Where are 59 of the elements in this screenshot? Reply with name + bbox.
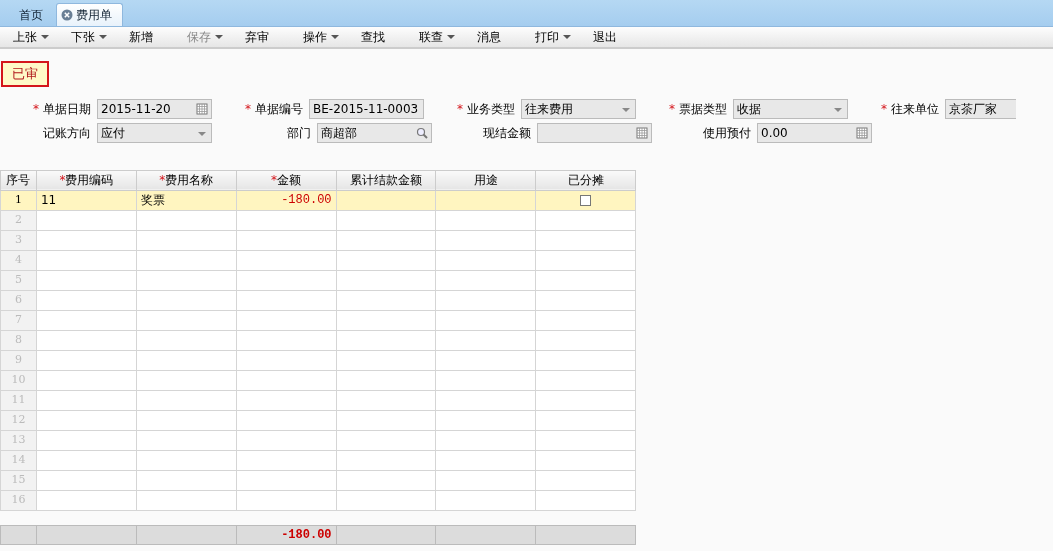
field-label: 业务类型 [467, 101, 515, 116]
input-field[interactable] [537, 122, 652, 143]
caret-icon[interactable] [99, 35, 107, 39]
close-icon[interactable] [61, 9, 73, 21]
field-label: 单据日期 [43, 101, 91, 116]
field-label: 部门 [287, 125, 311, 140]
toolbar-button[interactable]: 新增 [124, 28, 182, 46]
required-mark: * [159, 173, 166, 187]
required-mark: * [669, 101, 675, 116]
required-mark: * [881, 101, 887, 116]
input-field[interactable]: 商超部 [317, 122, 432, 143]
input-field[interactable]: 京茶厂家 [945, 98, 1016, 119]
tab[interactable]: 首页 [8, 3, 54, 26]
column-header: 金额 [277, 173, 302, 187]
toolbar-button[interactable]: 查找 [356, 28, 414, 46]
field-label: 往来单位 [891, 101, 939, 116]
toolbar-button[interactable]: 操作 [298, 28, 356, 46]
required-mark: * [245, 101, 251, 116]
calendar-icon[interactable] [196, 102, 208, 115]
caret-icon[interactable] [563, 35, 571, 39]
status-badge: 已审 [1, 61, 49, 87]
row-number: 1 [0, 190, 37, 210]
column-header: 序号 [6, 173, 31, 187]
toolbar-button[interactable]: 退出 [588, 28, 646, 46]
toolbar-button[interactable]: 下张 [66, 28, 124, 46]
column-header: 累计结款金额 [349, 173, 422, 187]
required-mark: * [271, 173, 278, 187]
total-cell: -180.00 [236, 525, 337, 544]
column-header: 已分摊 [567, 173, 604, 187]
calendar-icon[interactable] [856, 126, 868, 139]
field-label: 票据类型 [679, 101, 727, 116]
toolbar-button[interactable]: 联查 [414, 28, 472, 46]
field-label: 记账方向 [43, 125, 91, 140]
input-field[interactable]: 收据 [733, 98, 848, 119]
input-field[interactable]: 往来费用 [521, 98, 636, 119]
search-icon[interactable] [416, 126, 428, 139]
column-header: 费用编码 [65, 173, 114, 187]
toolbar-button[interactable]: 消息 [472, 28, 530, 46]
toolbar-button[interactable]: 弃审 [240, 28, 298, 46]
field-label: 单据编号 [255, 101, 303, 116]
required-mark: * [457, 101, 463, 116]
input-field[interactable]: 2015-11-20 [97, 98, 212, 119]
input-field[interactable]: BE-2015-11-0003 [309, 98, 424, 119]
toolbar-button[interactable]: 上张 [8, 28, 66, 46]
caret-icon[interactable] [41, 35, 49, 39]
caret-icon[interactable] [331, 35, 339, 39]
input-field[interactable]: 应付 [97, 122, 212, 143]
required-mark: * [33, 101, 39, 116]
field-label: 现结金额 [483, 125, 531, 140]
required-mark: * [59, 173, 66, 187]
input-field[interactable]: 0.00 [757, 122, 872, 143]
caret-icon[interactable] [447, 35, 455, 39]
calendar-icon[interactable] [636, 126, 648, 139]
tab[interactable]: 费用单 [56, 3, 123, 26]
checkbox[interactable] [580, 195, 592, 206]
column-header: 费用名称 [165, 173, 214, 187]
toolbar-button[interactable]: 打印 [530, 28, 588, 46]
column-header: 用途 [473, 173, 498, 187]
field-label: 使用预付 [703, 125, 751, 140]
